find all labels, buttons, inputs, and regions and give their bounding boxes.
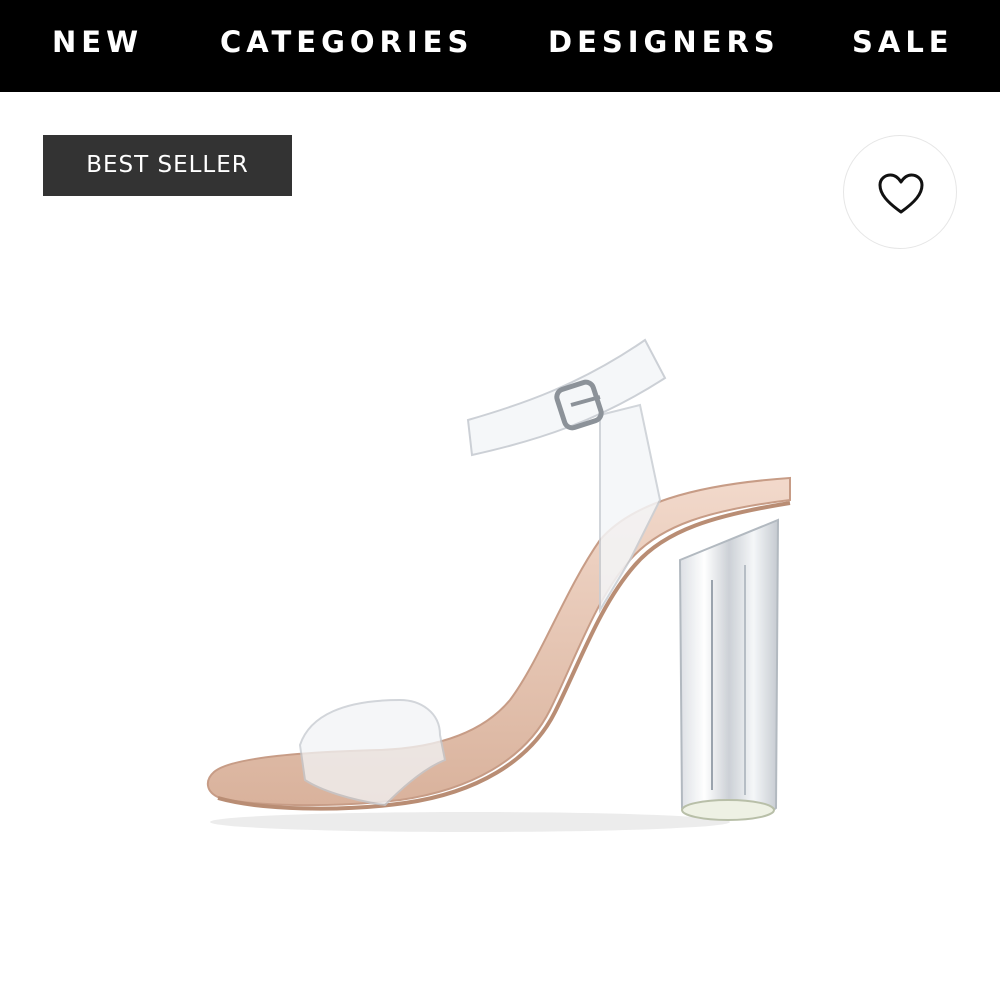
clear-heel [678, 518, 780, 820]
top-navigation: NEW CATEGORIES DESIGNERS SALE [0, 0, 1000, 92]
product-image[interactable] [0, 260, 1000, 1000]
shadow [210, 812, 730, 832]
nav-item-designers[interactable]: DESIGNERS [548, 0, 780, 84]
heel-tip [681, 799, 775, 821]
wishlist-button[interactable] [843, 135, 957, 249]
best-seller-badge: BEST SELLER [43, 135, 292, 196]
product-page: NEW CATEGORIES DESIGNERS SALE BEST SELLE… [0, 0, 1000, 1000]
nav-item-new[interactable]: NEW [52, 0, 143, 84]
heart-outline-icon [878, 173, 924, 214]
nav-item-categories[interactable]: CATEGORIES [220, 0, 473, 84]
nav-item-sale[interactable]: SALE [852, 0, 954, 84]
clear-back-strap [599, 403, 662, 614]
